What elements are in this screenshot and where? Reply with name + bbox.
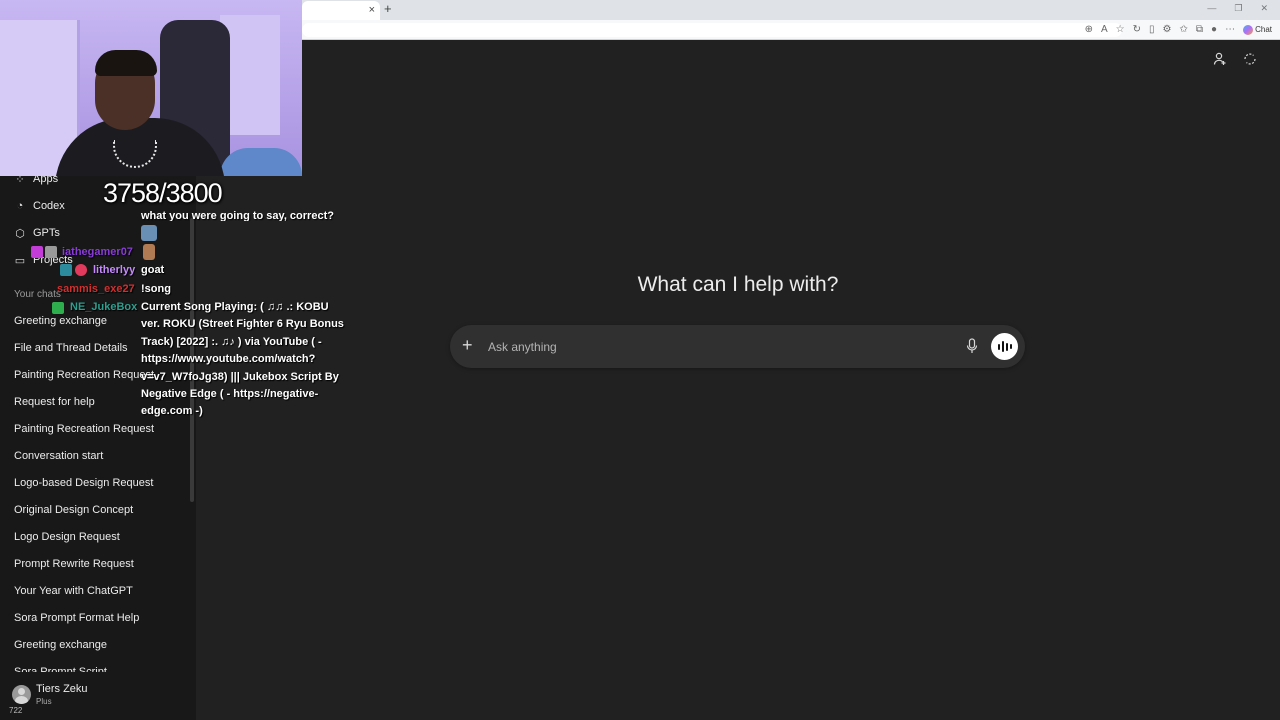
new-tab-button[interactable]: + [384, 2, 392, 16]
profile-plan: Plus [36, 697, 52, 706]
goal-counter: 3758/3800 [103, 178, 223, 208]
chat-item[interactable]: Your Year with ChatGPT [14, 585, 133, 597]
chat-item[interactable]: Request for help [14, 396, 95, 408]
sidebar-item-label: Codex [33, 200, 65, 212]
chat-item[interactable]: Painting Recreation Request [14, 369, 154, 381]
temporary-chat-icon[interactable] [1243, 52, 1257, 69]
main-panel: What can I help with? + [196, 40, 1280, 720]
prompt-input[interactable] [488, 338, 948, 356]
sidebar-item-codex[interactable]: ◔ Codex [14, 200, 65, 212]
favorite-star-icon[interactable]: ☆ [1116, 23, 1125, 37]
waveform-bar [1001, 341, 1004, 352]
sidebar-scrollbar[interactable] [190, 218, 194, 502]
chat-item[interactable]: Greeting exchange [14, 315, 107, 327]
composer: + [450, 325, 1025, 368]
profile-icon[interactable]: ● [1211, 23, 1217, 37]
copilot-chat-label: Chat [1255, 25, 1272, 34]
sidebar-item-label: GPTs [33, 227, 60, 239]
page-title: What can I help with? [637, 273, 839, 296]
more-icon[interactable]: ⋯ [1225, 23, 1235, 37]
favorites-icon[interactable]: ✩ [1180, 23, 1188, 37]
browser-tab[interactable]: × [302, 1, 380, 20]
chat-item[interactable]: Painting Recreation Request [14, 423, 154, 435]
chat-item[interactable]: Logo Design Request [14, 531, 120, 543]
profile-name: Tiers Zeku [36, 683, 88, 695]
profile-menu[interactable]: Tiers Zeku Plus 722 [0, 676, 196, 720]
waveform-bar [1009, 344, 1012, 349]
minimize-icon[interactable]: — [1207, 3, 1216, 14]
codex-icon: ◔ [16, 200, 24, 212]
sidebar-item-gpts[interactable]: ⬡ GPTs [14, 227, 60, 240]
chat-item[interactable]: Sora Prompt Format Help [14, 612, 139, 624]
split-screen-icon[interactable]: ▯ [1149, 23, 1155, 37]
waveform-bar [1005, 342, 1008, 351]
add-attachment-button[interactable]: + [462, 335, 473, 355]
waveform-bar [997, 343, 1000, 350]
zoom-icon[interactable]: ⊕ [1085, 23, 1093, 37]
restore-icon[interactable]: ❐ [1234, 3, 1242, 14]
avatar [12, 685, 31, 704]
chat-item[interactable]: File and Thread Details [14, 342, 128, 354]
address-bar[interactable] [302, 23, 1122, 37]
chat-item[interactable]: Greeting exchange [14, 639, 107, 651]
read-aloud-icon[interactable]: A [1101, 23, 1108, 37]
chat-item[interactable]: Prompt Rewrite Request [14, 558, 134, 570]
sidebar-item-label: Projects [33, 254, 73, 266]
microphone-icon[interactable] [965, 338, 979, 354]
copilot-chat-button[interactable]: Chat [1243, 23, 1272, 37]
toolbar-icons: ⊕ A ☆ ↻ ▯ ⚙ ✩ ⧉ ● ⋯ Chat [1085, 23, 1272, 37]
window-controls: — ❐ ✕ [1207, 3, 1268, 14]
chat-item[interactable]: Original Design Concept [14, 504, 133, 516]
collections-icon[interactable]: ⧉ [1196, 23, 1203, 37]
folder-icon: ▭ [14, 254, 26, 267]
your-chats-label: Your chats [14, 289, 61, 300]
sidebar-item-projects[interactable]: ▭ Projects [14, 254, 73, 267]
chat-item[interactable]: Sora Prompt Script [14, 666, 107, 672]
viewer-count-badge: 722 [9, 706, 23, 715]
streamer-webcam [0, 0, 302, 176]
close-window-icon[interactable]: ✕ [1260, 3, 1268, 14]
chat-item[interactable]: Logo-based Design Request [14, 477, 153, 489]
tab-close-icon[interactable]: × [369, 3, 375, 17]
gpts-icon: ⬡ [15, 227, 25, 240]
add-user-icon[interactable] [1213, 52, 1227, 69]
copilot-icon [1243, 25, 1254, 35]
extensions-icon[interactable]: ⚙ [1163, 23, 1172, 37]
chat-item[interactable]: Conversation start [14, 450, 103, 462]
voice-mode-button[interactable] [991, 333, 1018, 360]
refresh-icon[interactable]: ↻ [1133, 23, 1141, 37]
